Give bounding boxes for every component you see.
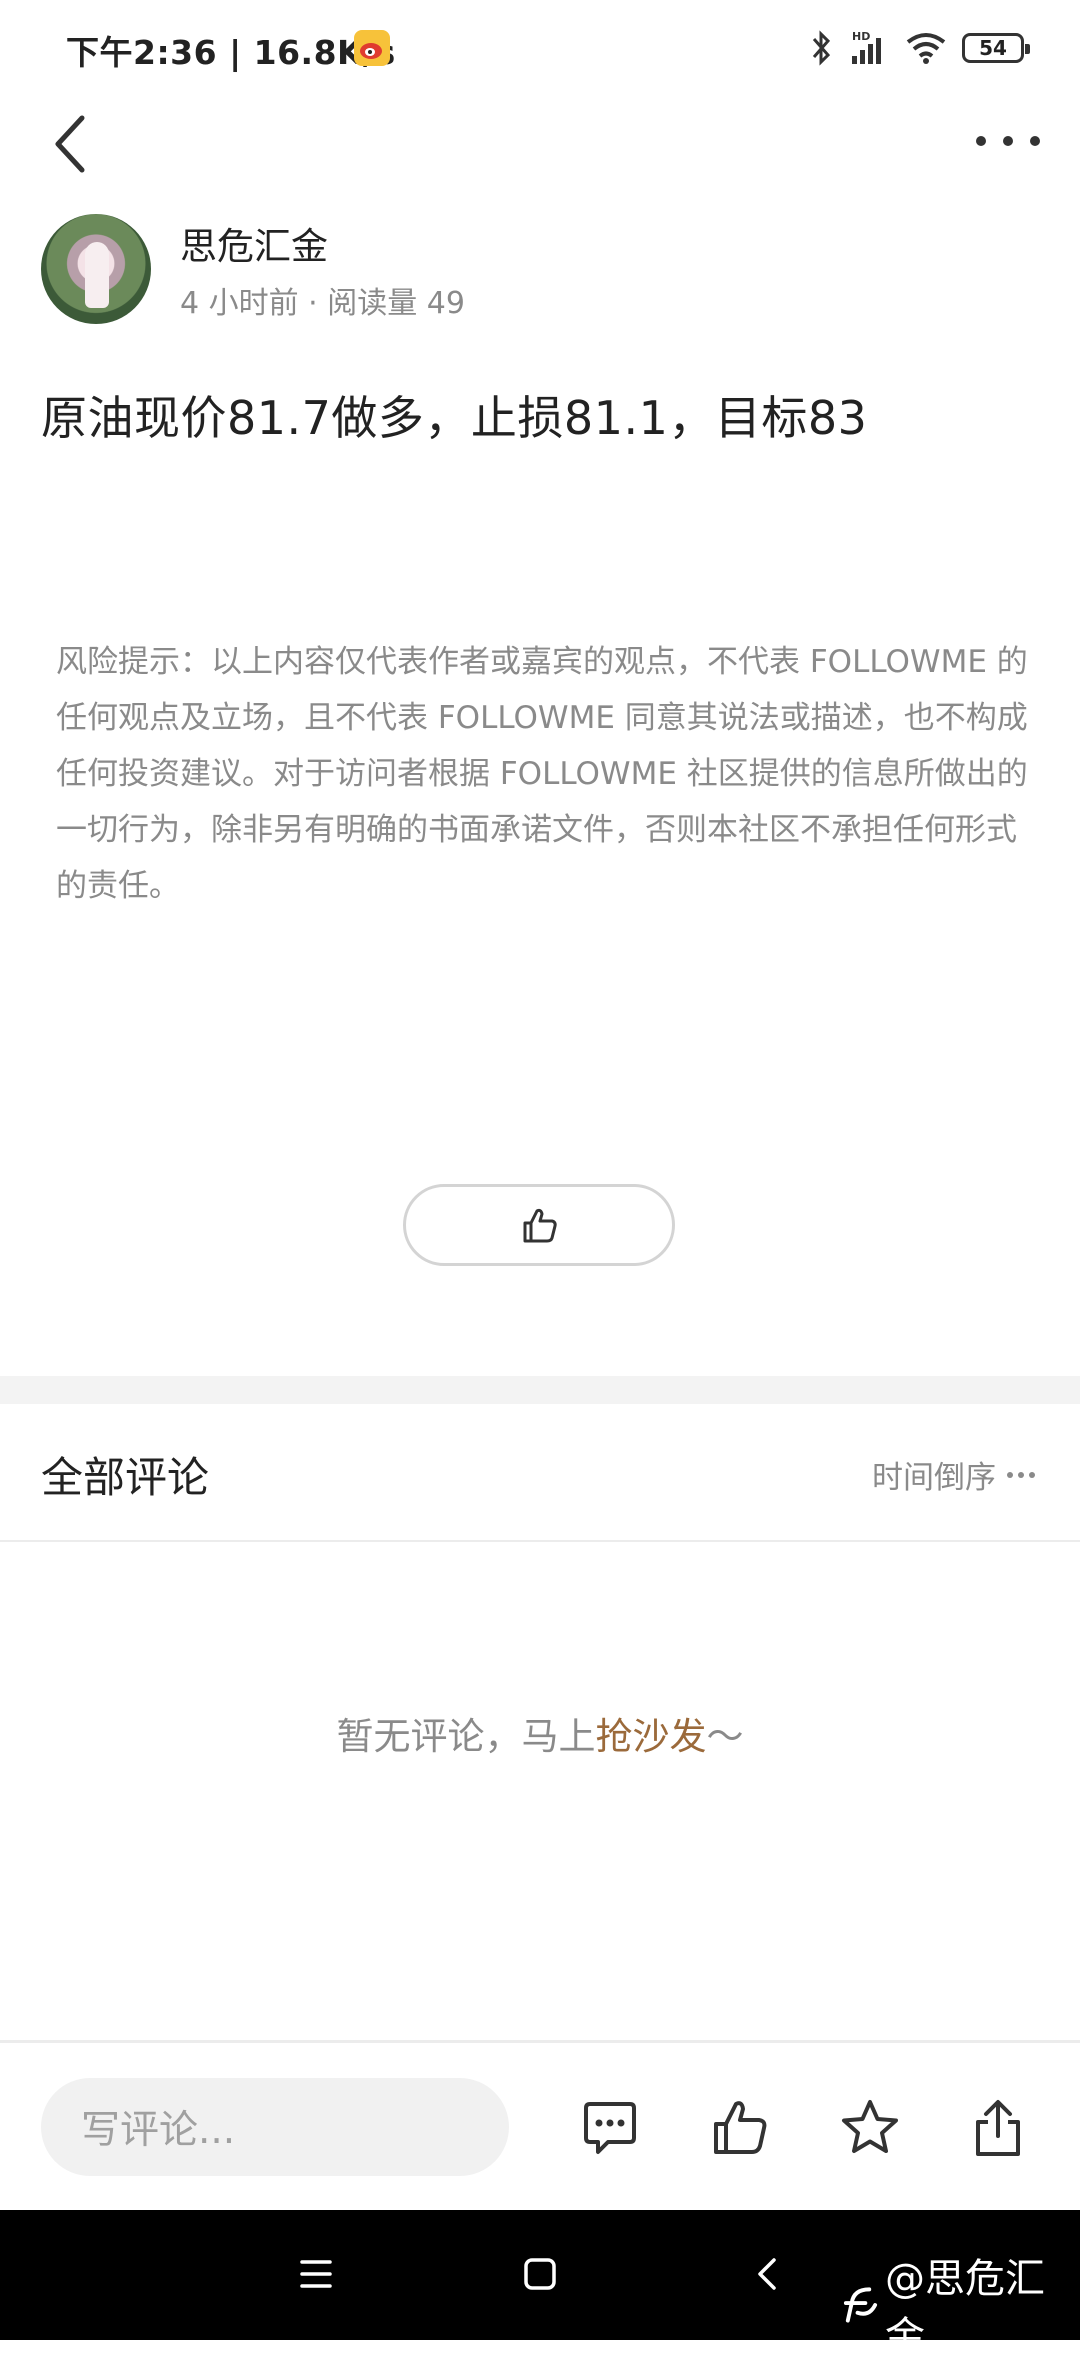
status-bar: 下午2:36 | 16.8K/s HD 54 (0, 0, 1080, 90)
post-title: 原油现价81.7做多，止损81.1，目标83 (41, 391, 868, 445)
comment-bubble-icon (584, 2102, 636, 2154)
star-icon (842, 2100, 898, 2153)
comment-button[interactable] (578, 2096, 642, 2160)
bluetooth-icon (812, 30, 831, 66)
author-name[interactable]: 思危汇金 (180, 216, 328, 270)
empty-prefix: 暂无评论，马上 (336, 1715, 596, 1758)
back-button[interactable] (48, 112, 96, 176)
like-button[interactable] (403, 1184, 675, 1266)
nav-menu-button[interactable] (288, 2246, 344, 2302)
status-time-speed: 下午2:36 | 16.8K/s (66, 33, 396, 72)
svg-text:HD: HD (852, 30, 870, 43)
system-navigation-bar: @思危汇金 (0, 2210, 1080, 2360)
more-options-button[interactable] (976, 124, 1040, 158)
nav-back-button[interactable] (740, 2246, 796, 2302)
empty-suffix: ～ (706, 1715, 744, 1758)
wifi-icon (906, 33, 946, 64)
comment-sort-button[interactable]: 时间倒序 (872, 1452, 1036, 1497)
avatar-figure (85, 242, 109, 308)
watermark-text: @思危汇金 (884, 2256, 1045, 2360)
watermark: @思危汇金 (840, 2246, 1080, 2362)
weibo-app-icon (354, 30, 390, 66)
menu-icon (300, 2260, 332, 2288)
comment-input[interactable]: 写评论... (41, 2078, 509, 2176)
comments-title: 全部评论 (41, 1453, 210, 1502)
status-icons: HD 54 (810, 26, 1030, 70)
thumbs-up-icon (523, 1208, 557, 1243)
more-dots-icon (1007, 1471, 1035, 1478)
thumbs-up-icon (714, 2101, 767, 2154)
more-dot (976, 136, 986, 146)
risk-disclaimer: 风险提示：以上内容仅代表作者或嘉宾的观点，不代表 FOLLOWME 的任何观点及… (56, 644, 1028, 904)
watermark-logo-icon (843, 2287, 878, 2323)
share-button[interactable] (966, 2096, 1030, 2160)
favorite-button[interactable] (838, 2096, 902, 2160)
battery-level: 54 (979, 36, 1007, 60)
like-action-button[interactable] (708, 2096, 772, 2160)
cellular-signal-icon: HD (852, 30, 881, 64)
section-divider (0, 1376, 1080, 1404)
more-dot (1003, 136, 1013, 146)
author-avatar[interactable] (41, 214, 151, 324)
comments-header-divider (0, 1540, 1080, 1542)
sort-label: 时间倒序 (872, 1460, 996, 1496)
sofa-link[interactable]: 抢沙发 (596, 1715, 707, 1758)
bottom-bar-divider (0, 2040, 1080, 2043)
nav-home-button[interactable] (512, 2246, 568, 2302)
nav-back-icon (758, 2258, 776, 2290)
more-dot (1030, 136, 1040, 146)
comment-placeholder: 写评论... (81, 2108, 236, 2153)
back-arrow-icon (55, 115, 85, 173)
share-icon (976, 2100, 1020, 2156)
home-square-icon (524, 2258, 556, 2290)
post-meta: 4 小时前 · 阅读量 49 (180, 286, 465, 321)
battery-indicator: 54 (962, 33, 1030, 63)
empty-comments-message: 暂无评论，马上抢沙发～ (0, 1706, 1080, 1760)
